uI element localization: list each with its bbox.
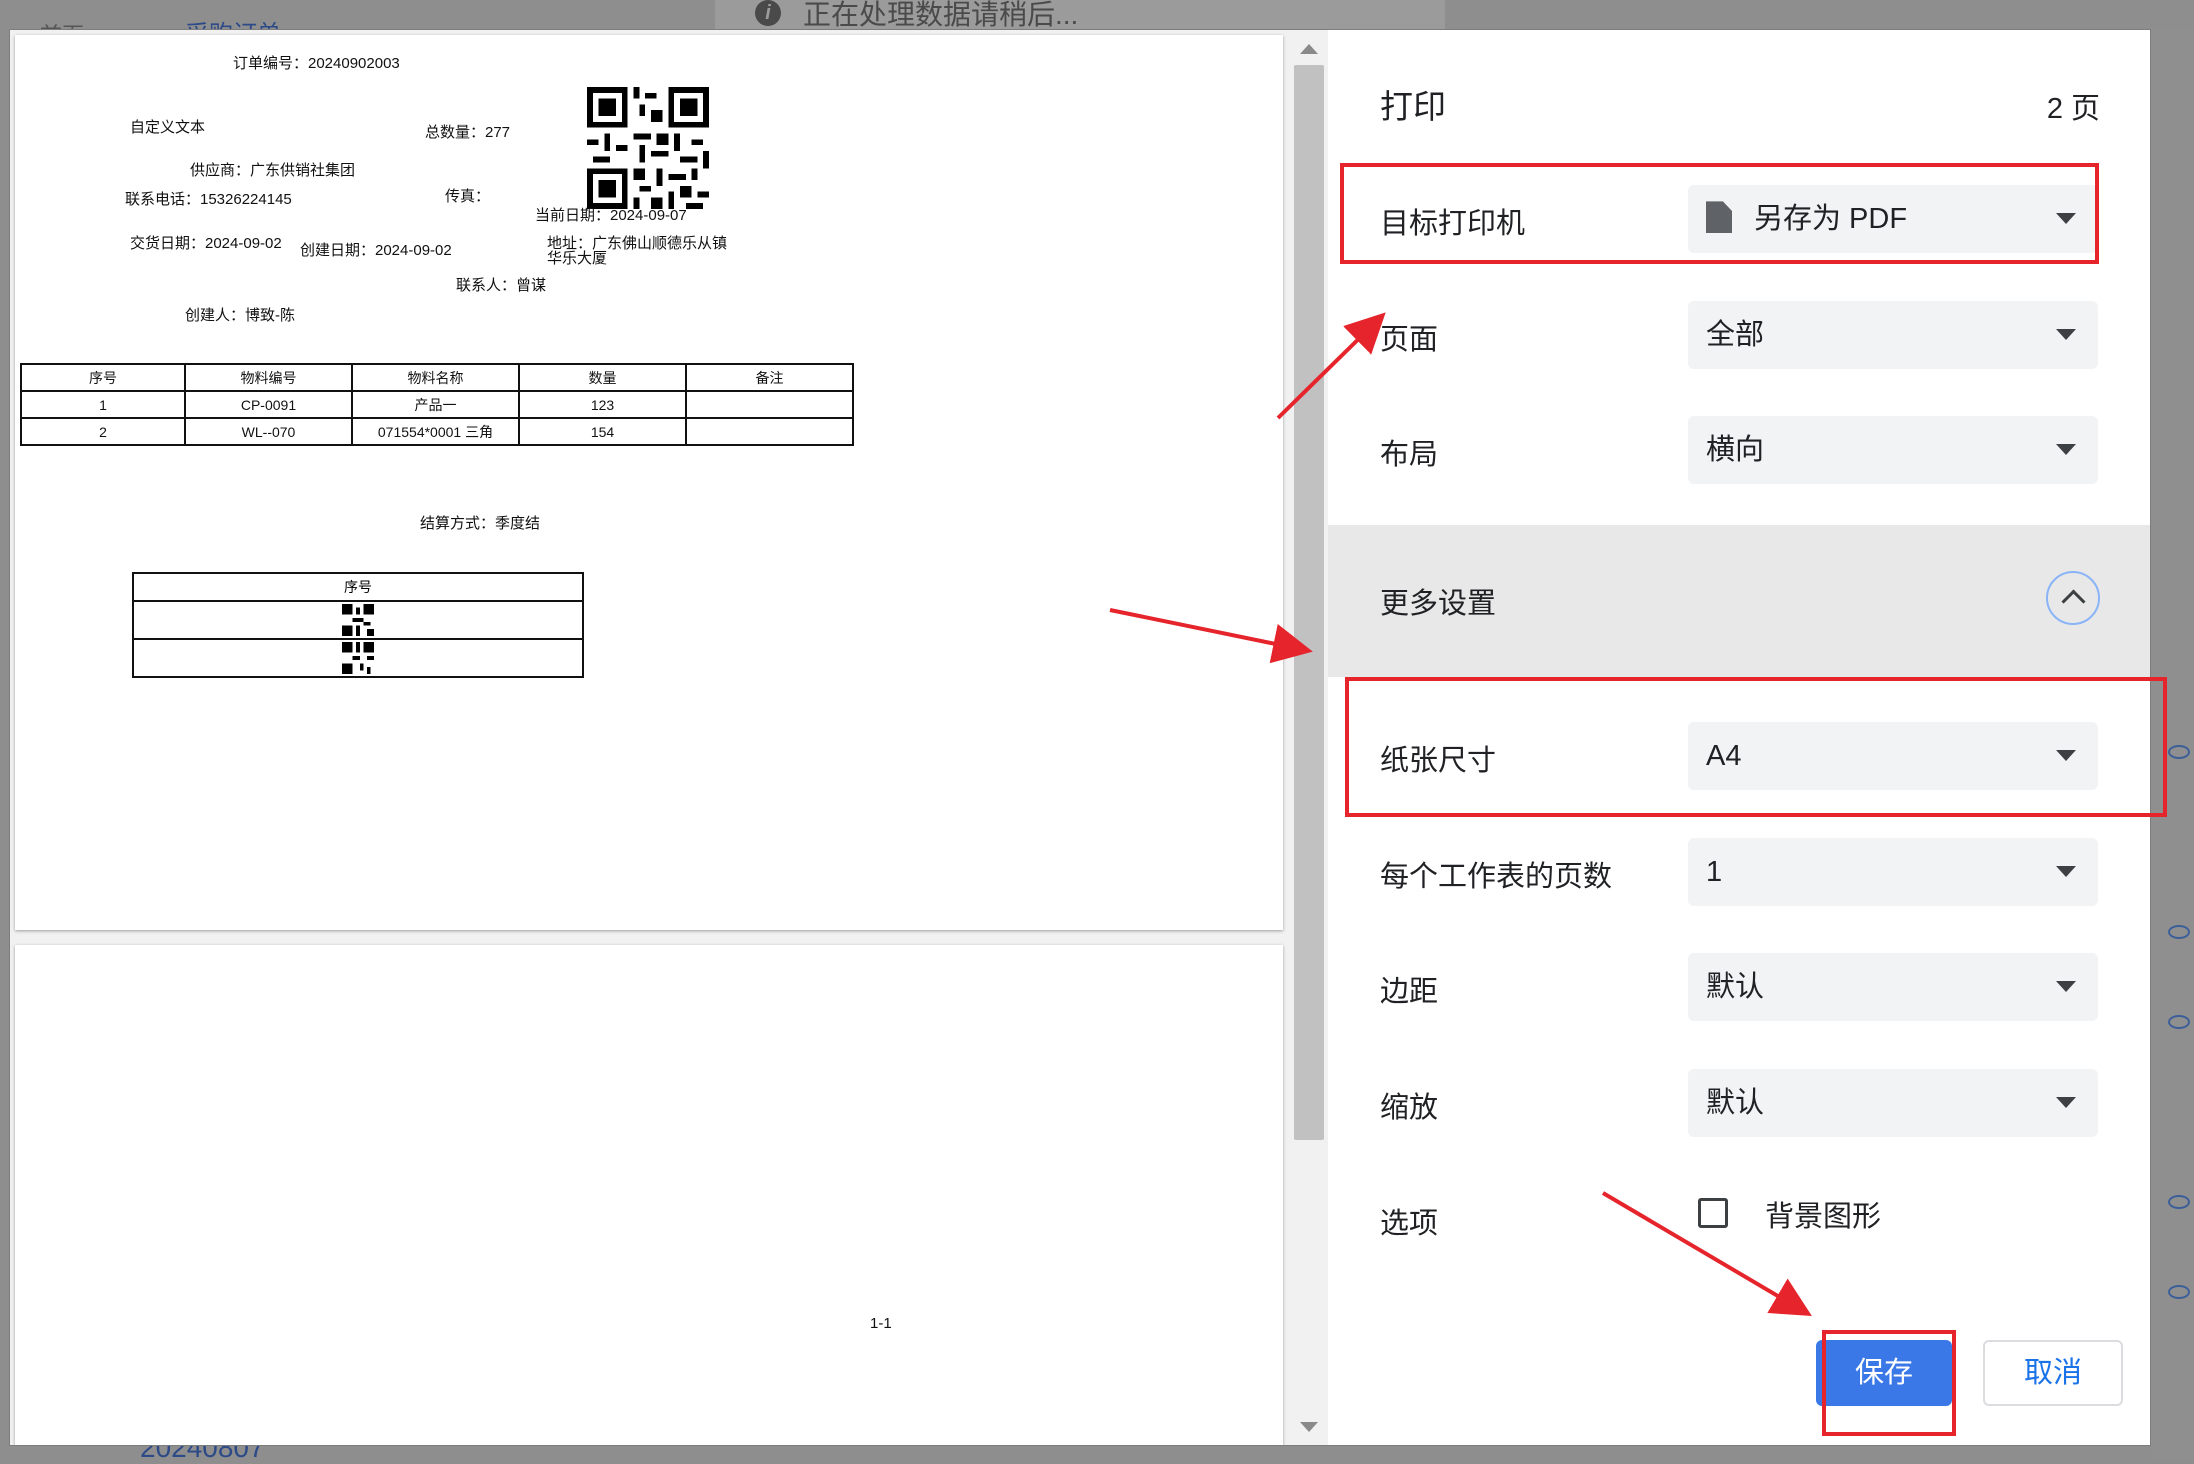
eye-icon bbox=[2168, 1015, 2190, 1029]
table-cell bbox=[685, 390, 854, 419]
annotation-box-destination bbox=[1340, 163, 2099, 264]
table-cell: 1 bbox=[20, 390, 186, 419]
address-line-2: 华乐大厦 bbox=[547, 250, 608, 267]
qr-code-icon bbox=[342, 604, 374, 636]
table-cell: 071554*0001 三角 bbox=[351, 417, 520, 446]
order-table: 序号 物料编号 物料名称 数量 备注 1 CP-0091 产品一 123 2 W… bbox=[20, 363, 854, 446]
layout-label: 布局 bbox=[1380, 439, 1439, 471]
loading-banner: i 正在处理数据请稍后... bbox=[715, 0, 1445, 30]
layout-value: 横向 bbox=[1706, 434, 1765, 466]
margins-label: 边距 bbox=[1380, 976, 1439, 1008]
margins-value: 默认 bbox=[1706, 971, 1765, 1003]
table-cell: 2 bbox=[20, 417, 186, 446]
print-preview[interactable]: 订单编号：20240902003 自定义文本 总数量：277 供应商：广东供销社… bbox=[10, 30, 1328, 1445]
table-header: 物料名称 bbox=[351, 363, 520, 392]
page-count: 2 页 bbox=[2046, 93, 2100, 125]
annotation-box-paper-size bbox=[1345, 677, 2167, 817]
pages-per-sheet-value: 1 bbox=[1706, 856, 1723, 888]
create-date: 创建日期：2024-09-02 bbox=[300, 242, 452, 259]
scroll-down-icon[interactable] bbox=[1300, 1422, 1318, 1432]
scroll-up-icon[interactable] bbox=[1300, 44, 1318, 54]
dropdown-arrow-icon bbox=[2056, 981, 2076, 992]
current-date: 当前日期：2024-09-07 bbox=[535, 207, 687, 224]
dropdown-arrow-icon bbox=[2056, 866, 2076, 877]
contact: 联系人：曾谋 bbox=[456, 277, 547, 294]
scrollbar-thumb[interactable] bbox=[1294, 65, 1324, 1140]
scale-select[interactable]: 默认 bbox=[1688, 1069, 2098, 1137]
qr-table-header: 序号 bbox=[132, 572, 584, 602]
table-cell: 产品一 bbox=[351, 390, 520, 419]
table-row: 2 WL--070 071554*0001 三角 154 bbox=[20, 417, 854, 446]
background-graphics-checkbox[interactable] bbox=[1698, 1198, 1728, 1228]
scale-label: 缩放 bbox=[1380, 1092, 1439, 1124]
order-number: 订单编号：20240902003 bbox=[233, 55, 400, 72]
cancel-button[interactable]: 取消 bbox=[1983, 1340, 2123, 1406]
options-label: 选项 bbox=[1380, 1208, 1439, 1240]
loading-text: 正在处理数据请稍后... bbox=[803, 0, 1079, 30]
background-graphics-label[interactable]: 背景图形 bbox=[1765, 1193, 1881, 1235]
table-cell: 123 bbox=[518, 390, 687, 419]
more-settings-label: 更多设置 bbox=[1380, 588, 1497, 620]
table-cell: WL--070 bbox=[184, 417, 353, 446]
preview-page-2: 1-1 bbox=[15, 945, 1283, 1445]
delivery-date: 交货日期：2024-09-02 bbox=[130, 235, 282, 252]
qr-code-icon bbox=[342, 642, 374, 674]
margins-select[interactable]: 默认 bbox=[1688, 953, 2098, 1021]
table-header: 物料编号 bbox=[184, 363, 353, 392]
scale-value: 默认 bbox=[1706, 1087, 1765, 1119]
settlement-method: 结算方式：季度结 bbox=[420, 515, 541, 532]
total-quantity: 总数量：277 bbox=[425, 124, 511, 141]
collapse-icon[interactable] bbox=[2046, 571, 2100, 625]
pages-per-sheet-label: 每个工作表的页数 bbox=[1380, 861, 1613, 893]
dropdown-arrow-icon bbox=[2056, 329, 2076, 340]
table-row: 1 CP-0091 产品一 123 bbox=[20, 390, 854, 419]
eye-icon bbox=[2168, 1285, 2190, 1299]
phone: 联系电话：15326224145 bbox=[125, 191, 292, 208]
eye-icon bbox=[2168, 925, 2190, 939]
more-settings-section[interactable]: 更多设置 bbox=[1328, 525, 2150, 677]
pages-select[interactable]: 全部 bbox=[1688, 301, 2098, 369]
pages-value: 全部 bbox=[1706, 319, 1765, 351]
qr-code-icon bbox=[587, 87, 709, 209]
annotation-box-save bbox=[1822, 1330, 1956, 1436]
page-number: 1-1 bbox=[870, 1315, 892, 1332]
table-header: 序号 bbox=[20, 363, 186, 392]
eye-icon bbox=[2168, 745, 2190, 759]
supplier: 供应商：广东供销社集团 bbox=[190, 162, 356, 179]
dropdown-arrow-icon bbox=[2056, 444, 2076, 455]
info-icon: i bbox=[755, 0, 781, 26]
pages-label: 页面 bbox=[1380, 324, 1439, 356]
dropdown-arrow-icon bbox=[2056, 1097, 2076, 1108]
table-header: 数量 bbox=[518, 363, 687, 392]
qr-table: 序号 bbox=[132, 572, 584, 678]
dialog-title: 打印 bbox=[1380, 88, 1446, 125]
table-cell bbox=[685, 417, 854, 446]
eye-icon bbox=[2168, 1195, 2190, 1209]
custom-text: 自定义文本 bbox=[130, 119, 206, 136]
table-header-row: 序号 物料编号 物料名称 数量 备注 bbox=[20, 363, 854, 392]
preview-page-1: 订单编号：20240902003 自定义文本 总数量：277 供应商：广东供销社… bbox=[15, 35, 1283, 930]
table-header: 备注 bbox=[685, 363, 854, 392]
table-cell: CP-0091 bbox=[184, 390, 353, 419]
table-cell: 154 bbox=[518, 417, 687, 446]
creator: 创建人：博致-陈 bbox=[185, 307, 295, 324]
pages-per-sheet-select[interactable]: 1 bbox=[1688, 838, 2098, 906]
fax: 传真： bbox=[445, 188, 491, 205]
layout-select[interactable]: 横向 bbox=[1688, 416, 2098, 484]
